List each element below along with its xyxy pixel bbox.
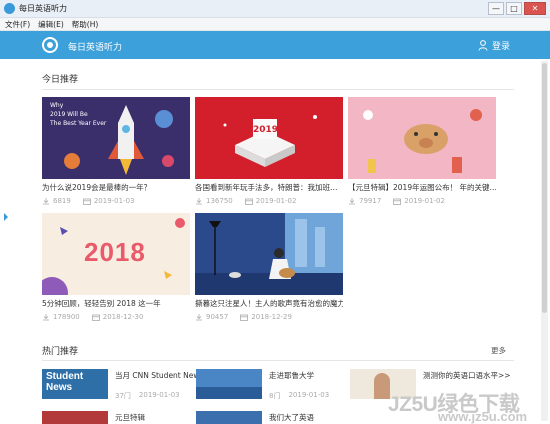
calendar-icon xyxy=(240,314,249,321)
publish-date: 2018-12-29 xyxy=(251,313,292,321)
pig-illustration xyxy=(363,109,482,173)
hot-thumbnail xyxy=(196,411,262,424)
recommend-card[interactable]: 撕暮这只注星人！主人的歌声竟有治愈的魔力 90457 2018-12-29 xyxy=(195,213,343,321)
card-title: 5分钟回顾，轻轻告别 2018 这一年 xyxy=(42,299,161,308)
hot-thumbnail: Student News xyxy=(42,369,108,399)
publish-date: 2019-01-02 xyxy=(404,197,445,205)
hot-item-count: 8门 xyxy=(269,392,281,400)
download-icon xyxy=(196,313,202,320)
publish-date: 2018-12-30 xyxy=(102,313,144,321)
card-thumbnail xyxy=(195,213,343,295)
listen-count: 79917 xyxy=(359,197,382,205)
menu-help[interactable]: 帮助(H) xyxy=(72,18,99,30)
publish-date: 2019-01-02 xyxy=(255,197,297,205)
menu-file[interactable]: 文件(F) xyxy=(5,18,30,30)
section-divider xyxy=(42,89,514,90)
calendar-icon xyxy=(91,314,100,321)
hot-thumbnail xyxy=(42,411,108,424)
main-content: 今日推荐 Why 2019 Will Be The Best Year Ever… xyxy=(12,59,526,424)
watermark-url: www.jz5u.com xyxy=(438,409,528,424)
calendar-icon xyxy=(82,198,91,205)
card-title: 各国看到新年玩手法多，特朗普：我加班… xyxy=(195,183,338,192)
svg-text:2019: 2019 xyxy=(253,125,278,135)
recommend-card[interactable]: Why 2019 Will Be The Best Year Ever 为什么说… xyxy=(42,97,190,205)
card-title: 【元旦特辑】2019年运图公布！ 年的关键… xyxy=(348,183,496,192)
sidebar-toggle-icon[interactable] xyxy=(3,210,9,224)
hot-item[interactable]: 我们大了英语 xyxy=(196,411,356,424)
maximize-button[interactable]: □ xyxy=(506,2,522,15)
card-thumbnail xyxy=(348,97,496,179)
hot-item-title: 走进耶鲁大学 xyxy=(269,371,314,380)
minimize-button[interactable]: — xyxy=(488,2,504,15)
recommend-card[interactable]: 2018 5分钟回顾，轻轻告别 2018 这一年 178900 2018-12-… xyxy=(42,213,190,321)
menubar: 文件(F) 编辑(E) 帮助(H) xyxy=(0,18,550,31)
app-title: 每日英语听力 xyxy=(68,43,123,53)
scrollbar-thumb[interactable] xyxy=(542,63,547,313)
app-logo xyxy=(42,37,58,53)
download-icon xyxy=(196,197,202,204)
more-link[interactable]: 更多 xyxy=(491,345,506,356)
hot-item-count: 37门 xyxy=(115,392,131,400)
art-text-line: 2019 Will Be xyxy=(50,111,88,118)
art-text-line: The Best Year Ever xyxy=(50,120,107,127)
hot-item-title: 测测你的英语口语水平>> xyxy=(423,371,511,380)
card-thumbnail: Why 2019 Will Be The Best Year Ever xyxy=(42,97,190,179)
card-thumbnail: 2018 xyxy=(42,213,190,295)
window-controls: — □ ✕ xyxy=(488,2,546,15)
recommend-card[interactable]: 【元旦特辑】2019年运图公布！ 年的关键… 79917 2019-01-02 xyxy=(348,97,496,205)
hot-item[interactable]: 元旦特辑 xyxy=(42,411,202,424)
listen-count: 178900 xyxy=(53,313,80,321)
download-icon xyxy=(349,197,355,204)
menu-edit[interactable]: 编辑(E) xyxy=(38,18,64,30)
art-text-line: Why xyxy=(50,102,64,109)
listen-count: 6819 xyxy=(53,197,71,205)
section-title-hot: 热门推荐 xyxy=(42,347,79,357)
listen-count: 136750 xyxy=(206,197,233,205)
publish-date: 2019-01-03 xyxy=(93,197,135,205)
app-header: 每日英语听力 登录 xyxy=(0,31,550,59)
isometric-illustration: 2019 xyxy=(223,115,317,167)
scrollbar[interactable] xyxy=(541,61,548,421)
art-year: 2018 xyxy=(84,237,146,267)
calendar-icon xyxy=(393,198,402,205)
guitar-illustration xyxy=(195,213,343,295)
section-title-today: 今日推荐 xyxy=(42,75,79,85)
app-icon xyxy=(4,3,15,14)
download-icon xyxy=(43,313,49,320)
hot-item[interactable]: Student News 当月 CNN Student News (CNN 10)… xyxy=(42,369,240,400)
watermark: JZ5U绿色下载 www.jz5u.com xyxy=(388,388,550,424)
hot-item-date: 2019-01-03 xyxy=(288,391,330,399)
card-title: 撕暮这只注星人！主人的歌声竟有治愈的魔力 xyxy=(195,299,343,308)
hot-item-title: 我们大了英语 xyxy=(269,413,314,422)
card-title: 为什么说2019会是最棒的一年？ xyxy=(42,183,152,192)
login-button[interactable]: 登录 xyxy=(478,39,510,52)
window-titlebar: 每日英语听力 — □ ✕ xyxy=(0,0,550,18)
calendar-icon xyxy=(244,198,253,205)
section-divider xyxy=(42,360,514,361)
listen-count: 90457 xyxy=(206,313,229,321)
recommend-card[interactable]: 2019 各国看到新年玩手法多，特朗普：我加班… 136750 2019-01-… xyxy=(195,97,343,205)
window-title: 每日英语听力 xyxy=(19,4,67,13)
hot-item-title: 元旦特辑 xyxy=(115,413,145,422)
user-icon xyxy=(478,40,488,51)
hot-item[interactable]: 走进耶鲁大学 8门 2019-01-03 xyxy=(196,369,356,400)
card-thumbnail: 2019 xyxy=(195,97,343,179)
login-label: 登录 xyxy=(491,42,510,52)
download-icon xyxy=(43,197,49,204)
close-button[interactable]: ✕ xyxy=(524,2,546,15)
hot-thumbnail xyxy=(196,369,262,399)
hot-item-date: 2019-01-03 xyxy=(138,391,180,399)
